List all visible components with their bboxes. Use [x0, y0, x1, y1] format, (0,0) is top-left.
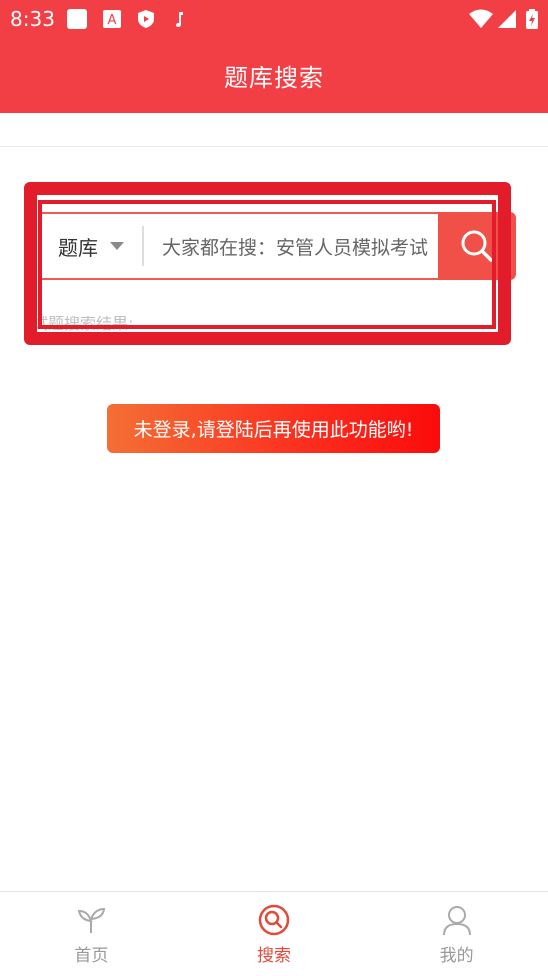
login-notice-text: 未登录,请登陆后再使用此功能哟!: [133, 419, 414, 441]
app-header: 题库搜索: [0, 38, 548, 113]
wifi-icon: [469, 9, 493, 28]
shield-icon: [138, 10, 154, 28]
app-icon: [67, 9, 87, 29]
nav-label-search: 搜索: [257, 945, 291, 966]
page-title: 题库搜索: [224, 64, 324, 92]
nav-item-home[interactable]: 首页: [0, 892, 183, 976]
status-bar: 8:33 A: [0, 0, 548, 38]
battery-icon: [526, 9, 538, 29]
bottom-nav: 首页 搜索 我的: [0, 891, 548, 976]
a-icon: A: [103, 10, 121, 28]
nav-item-profile[interactable]: 我的: [365, 892, 548, 976]
highlight-box-outer: [24, 182, 511, 345]
search-icon: [258, 904, 290, 935]
status-time: 8:33: [10, 7, 55, 31]
svg-text:A: A: [108, 13, 117, 28]
nav-label-profile: 我的: [439, 945, 474, 966]
music-icon: [176, 12, 183, 27]
sprout-icon: [78, 907, 106, 933]
nav-label-home: 首页: [74, 945, 109, 966]
signal-icon: [498, 10, 516, 28]
login-notice[interactable]: 未登录,请登陆后再使用此功能哟!: [107, 404, 440, 453]
user-icon: [442, 905, 471, 935]
divider: [0, 146, 548, 147]
nav-item-search[interactable]: 搜索: [183, 892, 366, 976]
